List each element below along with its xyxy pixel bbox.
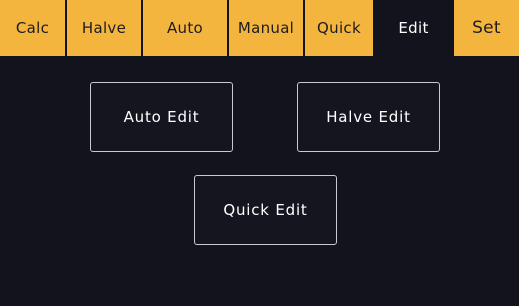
tab-calc[interactable]: Calc (0, 0, 65, 56)
tab-edit[interactable]: Edit (373, 0, 452, 56)
tab-set[interactable]: Set (452, 0, 519, 56)
halve-edit-button[interactable]: Halve Edit (297, 82, 440, 152)
tab-auto[interactable]: Auto (141, 0, 227, 56)
auto-edit-button[interactable]: Auto Edit (90, 82, 233, 152)
tab-quick[interactable]: Quick (303, 0, 373, 56)
quick-edit-button[interactable]: Quick Edit (194, 175, 337, 245)
tab-manual[interactable]: Manual (227, 0, 303, 56)
edit-screen: Calc Halve Auto Manual Quick Edit Set Au… (0, 0, 519, 306)
tab-halve[interactable]: Halve (65, 0, 141, 56)
tab-bar: Calc Halve Auto Manual Quick Edit Set (0, 0, 519, 56)
